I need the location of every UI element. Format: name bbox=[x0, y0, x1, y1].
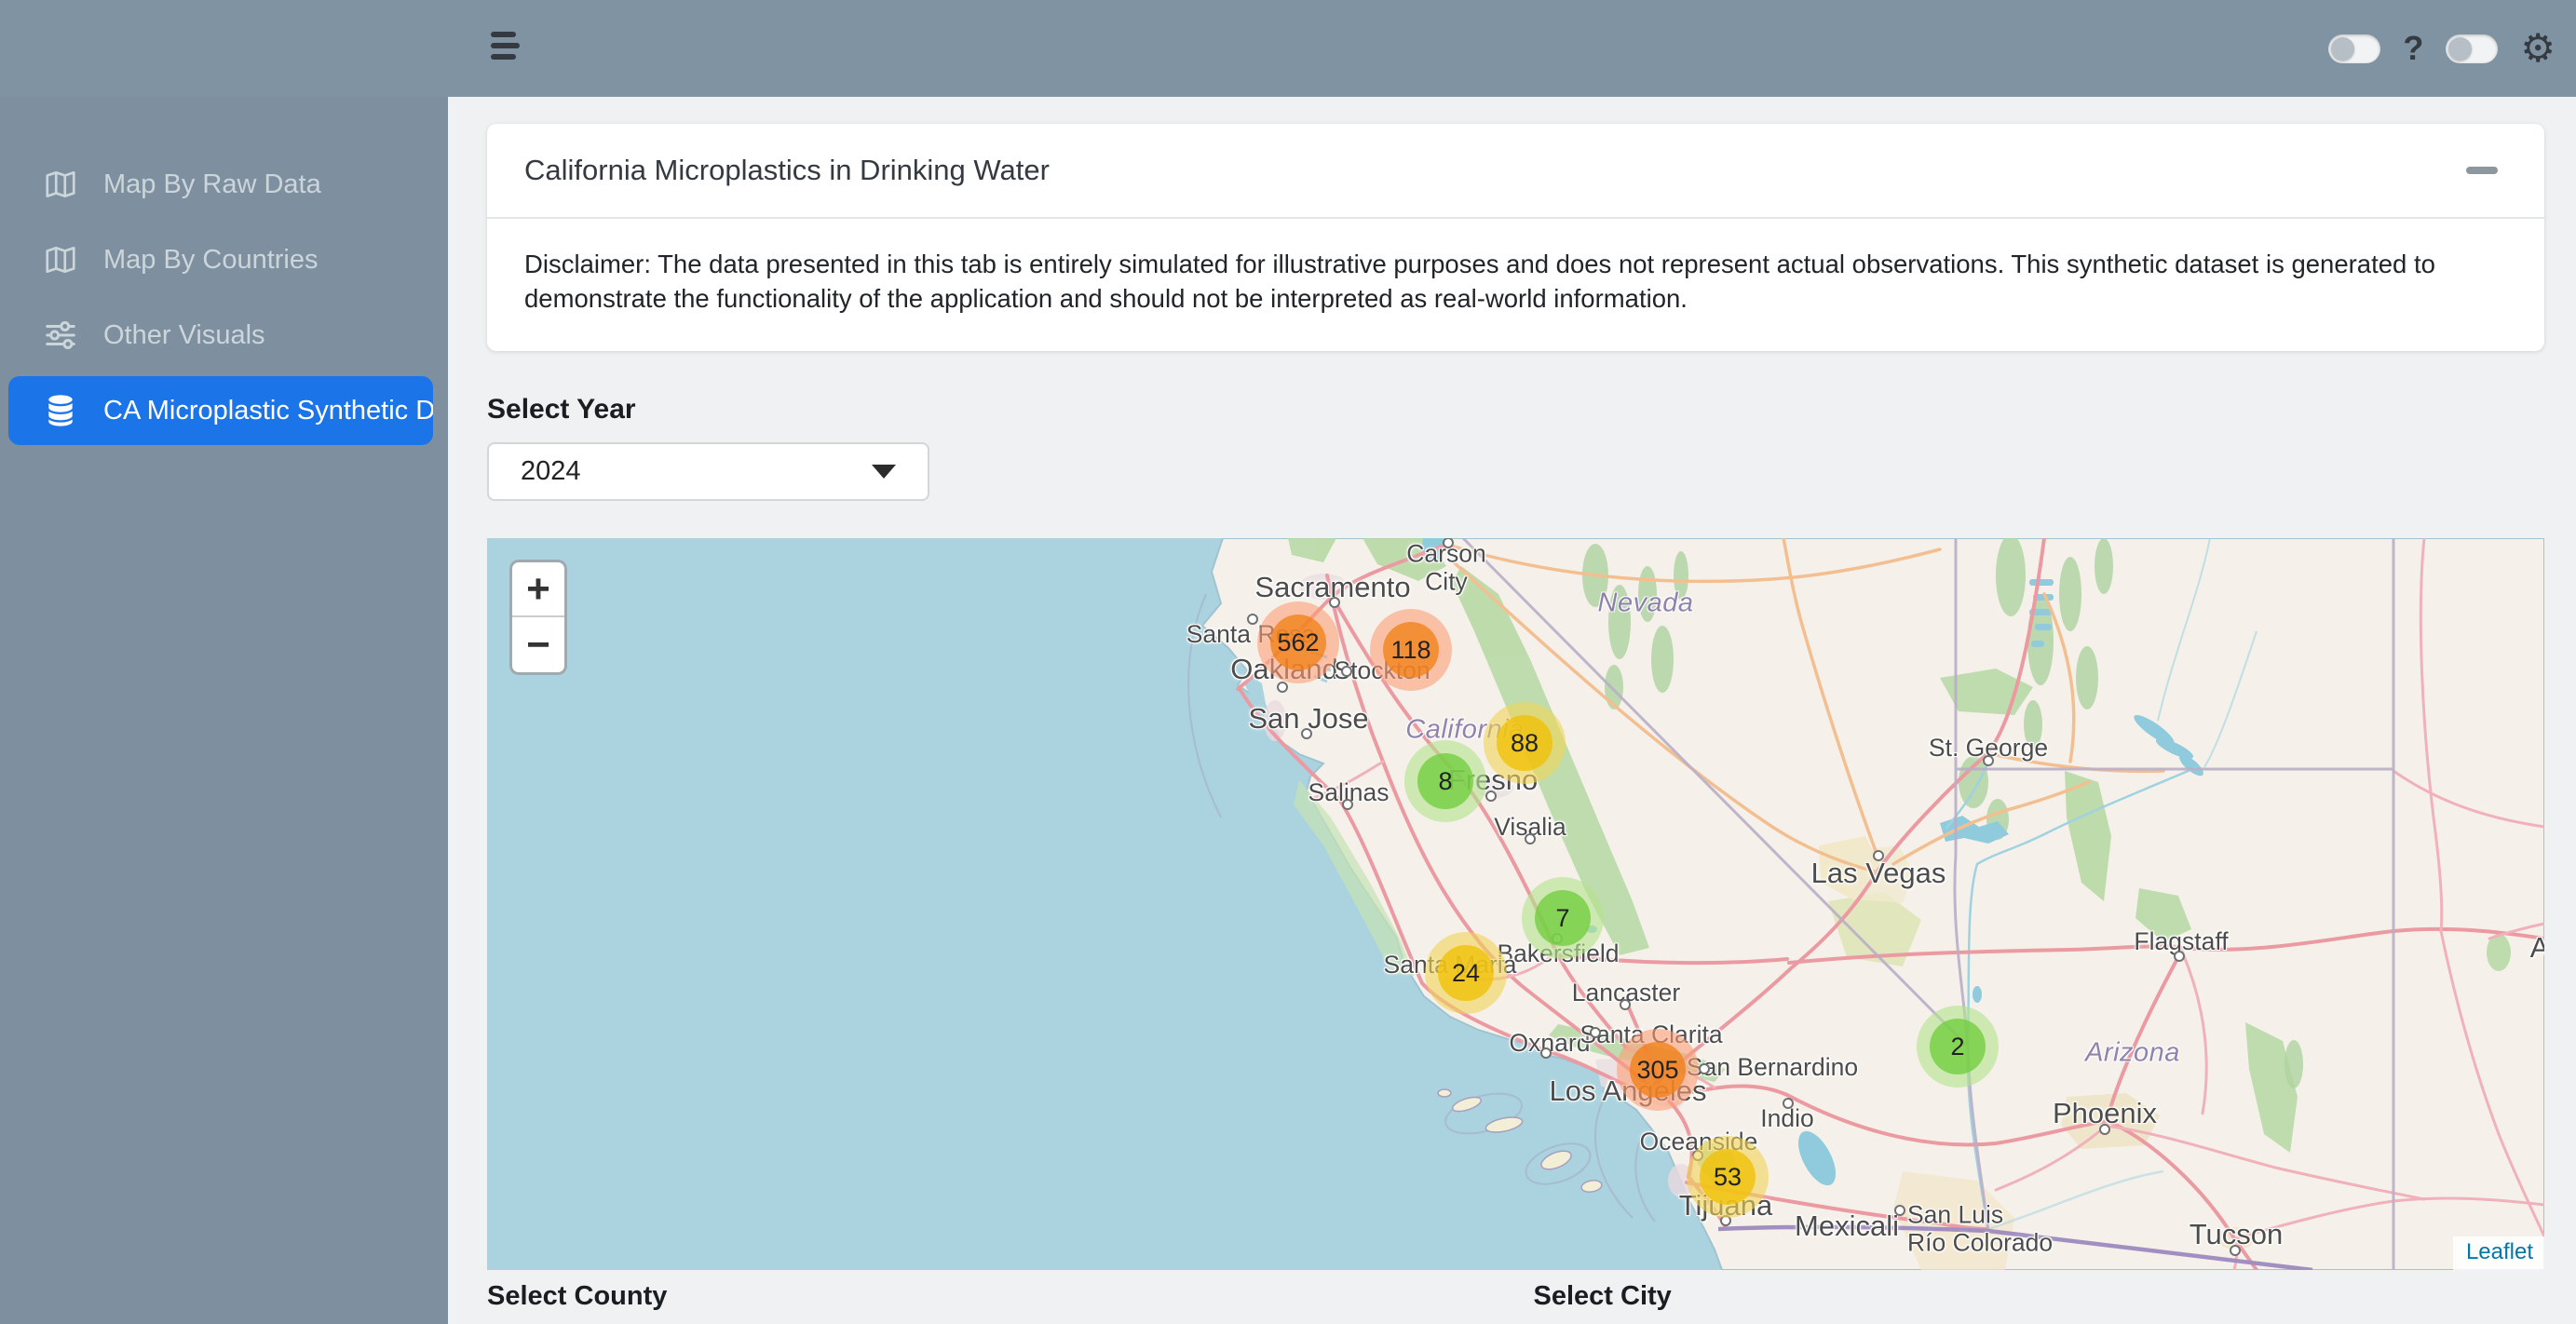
map-city-dot bbox=[1342, 799, 1353, 810]
map-city-dot bbox=[1873, 850, 1884, 861]
map-city-dot bbox=[1301, 728, 1312, 739]
map-city-dot bbox=[1983, 755, 1994, 766]
cluster-count: 8 bbox=[1417, 753, 1473, 809]
map-city-label: Mexicali bbox=[1795, 1209, 1899, 1243]
sidebar-item-map-countries[interactable]: Map By Countries bbox=[8, 225, 433, 294]
map-attribution: Leaflet bbox=[2453, 1236, 2544, 1270]
info-card: California Microplastics in Drinking Wat… bbox=[487, 124, 2544, 351]
leaflet-map[interactable]: SacramentoCarson CitySanta RosaOaklandSt… bbox=[487, 538, 2544, 1270]
toggle-switch-1[interactable] bbox=[2328, 34, 2380, 63]
cluster-marker-118[interactable]: 118 bbox=[1370, 609, 1452, 691]
cluster-marker-562[interactable]: 562 bbox=[1257, 601, 1339, 683]
map-city-dot bbox=[1590, 1027, 1601, 1038]
map-zoom-control: + − bbox=[509, 560, 567, 675]
sidebar-toggle-hamburger-icon[interactable] bbox=[491, 32, 522, 67]
cluster-count: 53 bbox=[1700, 1149, 1756, 1205]
help-icon[interactable]: ? bbox=[2403, 29, 2423, 68]
cluster-count: 562 bbox=[1270, 615, 1326, 670]
select-city-label: Select City bbox=[1534, 1281, 2545, 1312]
map-city-dot bbox=[2099, 1124, 2110, 1135]
database-icon bbox=[42, 392, 79, 429]
top-navbar: ? ⚙ bbox=[0, 0, 2576, 97]
cluster-marker-2[interactable]: 2 bbox=[1917, 1006, 1999, 1088]
sliders-icon bbox=[42, 317, 79, 354]
select-year-label: Select Year bbox=[487, 394, 2544, 426]
map-city-dot bbox=[1783, 1098, 1794, 1109]
sidebar-item-map-raw-data[interactable]: Map By Raw Data bbox=[8, 150, 433, 219]
cluster-count: 2 bbox=[1930, 1019, 1986, 1074]
select-county-label: Select County bbox=[487, 1281, 1498, 1312]
disclaimer-text: Disclaimer: The data presented in this t… bbox=[487, 219, 2544, 351]
cluster-marker-8[interactable]: 8 bbox=[1404, 740, 1486, 822]
map-city-dot bbox=[1540, 1047, 1552, 1059]
gear-icon[interactable]: ⚙ bbox=[2520, 29, 2556, 68]
main-content: California Microplastics in Drinking Wat… bbox=[448, 97, 2576, 1324]
cluster-count: 7 bbox=[1535, 890, 1591, 946]
zoom-out-button[interactable]: − bbox=[512, 617, 564, 672]
map-cluster-layer: 562118888724305253 bbox=[487, 538, 2544, 1270]
cluster-count: 118 bbox=[1383, 622, 1439, 678]
sidebar-item-label: Map By Raw Data bbox=[103, 169, 321, 200]
map-city-label: San Luis Río Colorado bbox=[1907, 1201, 2053, 1258]
sidebar-item-label: CA Microplastic Synthetic Da bbox=[103, 396, 433, 426]
sidebar-item-ca-synthetic[interactable]: CA Microplastic Synthetic Da bbox=[8, 376, 433, 445]
year-dropdown-value: 2024 bbox=[521, 456, 581, 487]
sidebar-item-label: Map By Countries bbox=[103, 245, 319, 276]
zoom-in-button[interactable]: + bbox=[512, 562, 564, 617]
year-dropdown[interactable]: 2024 bbox=[487, 442, 929, 501]
cluster-marker-7[interactable]: 7 bbox=[1522, 877, 1604, 959]
cluster-count: 24 bbox=[1438, 945, 1494, 1001]
map-city-dot bbox=[1247, 614, 1258, 625]
map-state-label: Nevada bbox=[1598, 588, 1694, 619]
map-city-label: A bbox=[2530, 931, 2544, 965]
map-city-dot bbox=[1485, 790, 1497, 802]
cluster-count: 305 bbox=[1630, 1042, 1686, 1098]
map-city-dot bbox=[1329, 597, 1340, 608]
map-icon bbox=[42, 241, 79, 278]
map-city-dot bbox=[2174, 951, 2185, 962]
map-city-dot bbox=[1277, 682, 1288, 693]
sidebar: Map By Raw Data Map By Countries Other Vis… bbox=[0, 95, 448, 1324]
card-title: California Microplastics in Drinking Wat… bbox=[524, 154, 1050, 187]
cluster-marker-88[interactable]: 88 bbox=[1484, 702, 1566, 784]
cluster-count: 88 bbox=[1497, 715, 1552, 771]
map-city-dot bbox=[1620, 999, 1631, 1010]
cluster-marker-53[interactable]: 53 bbox=[1687, 1136, 1769, 1218]
chevron-down-icon bbox=[872, 465, 896, 479]
map-city-label: San Bernardino bbox=[1687, 1053, 1858, 1081]
map-city-dot bbox=[1894, 1205, 1905, 1216]
cluster-marker-24[interactable]: 24 bbox=[1425, 932, 1507, 1014]
sidebar-item-other-visuals[interactable]: Other Visuals bbox=[8, 301, 433, 370]
card-header: California Microplastics in Drinking Wat… bbox=[487, 124, 2544, 219]
map-city-dot bbox=[1341, 666, 1352, 677]
toggle-switch-2[interactable] bbox=[2446, 34, 2498, 63]
map-city-dot bbox=[2230, 1245, 2241, 1256]
map-state-label: Arizona bbox=[2085, 1038, 2180, 1069]
collapse-card-button[interactable] bbox=[2457, 152, 2507, 189]
map-city-dot bbox=[1699, 1063, 1710, 1074]
minus-icon bbox=[2466, 167, 2498, 174]
sidebar-item-label: Other Visuals bbox=[103, 320, 265, 351]
cluster-marker-305[interactable]: 305 bbox=[1617, 1029, 1699, 1111]
map-city-dot bbox=[1525, 833, 1536, 844]
map-city-label: Las Vegas bbox=[1811, 857, 1946, 890]
leaflet-attribution-link[interactable]: Leaflet bbox=[2466, 1239, 2533, 1264]
map-icon bbox=[42, 166, 79, 203]
